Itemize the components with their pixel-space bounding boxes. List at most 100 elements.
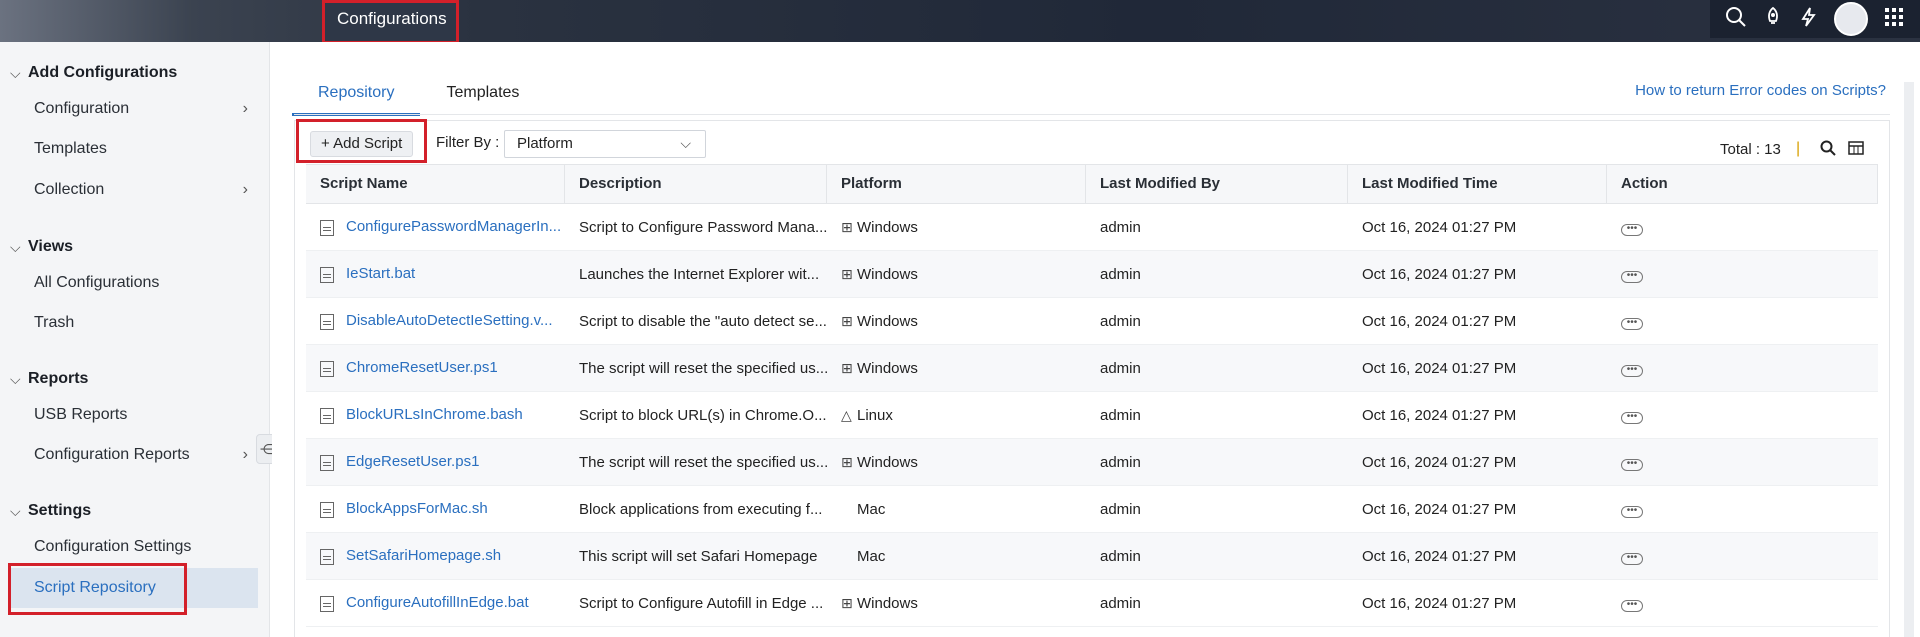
column-settings-icon[interactable] (1848, 140, 1864, 161)
cell-description: Script to block URL(s) in Chrome.O... (579, 406, 827, 424)
tab-repository[interactable]: Repository (292, 80, 421, 116)
tab-templates[interactable]: Templates (420, 80, 545, 116)
script-file-icon (320, 501, 334, 518)
sidebar-section-reports[interactable]: ⌵ Reports (10, 370, 88, 388)
cell-platform: Mac (827, 501, 1086, 518)
more-actions-icon[interactable]: ••• (1621, 271, 1643, 283)
more-actions-icon[interactable]: ••• (1621, 459, 1643, 471)
windows-icon: ⊞ (841, 312, 853, 329)
cell-modified-by: admin (1100, 547, 1141, 565)
script-file-icon (320, 548, 334, 565)
rocket-icon[interactable] (1762, 6, 1784, 32)
more-actions-icon[interactable]: ••• (1621, 365, 1643, 377)
column-header-script-name[interactable]: Script Name (306, 165, 565, 203)
cell-modified-time: Oct 16, 2024 01:27 PM (1362, 265, 1517, 283)
table-row[interactable]: EdgeResetUser.ps1 The script will reset t… (306, 439, 1878, 486)
script-name-link[interactable]: EdgeResetUser.ps1 (346, 453, 479, 470)
cell-action: ••• (1607, 312, 1878, 330)
table-row[interactable]: ConfigurePasswordManagerIn... Script to C… (306, 204, 1878, 251)
column-header-platform[interactable]: Platform (827, 165, 1086, 203)
sidebar-item-all-configurations[interactable]: All Configurations (34, 274, 260, 292)
more-actions-icon[interactable]: ••• (1621, 506, 1643, 518)
script-file-icon (320, 407, 334, 424)
sidebar-section-settings[interactable]: ⌵ Settings (10, 502, 91, 520)
chevron-right-icon: › (242, 446, 248, 463)
table-row[interactable]: DisableAutoDetectIeSetting.v... Script to… (306, 298, 1878, 345)
script-name-link[interactable]: SetSafariHomepage.sh (346, 547, 501, 564)
script-file-icon (320, 266, 334, 283)
vertical-scrollbar[interactable] (1904, 82, 1914, 637)
sidebar-section-views[interactable]: ⌵ Views (10, 238, 73, 256)
sidebar-item-collection[interactable]: Collection › (34, 181, 260, 199)
more-actions-icon[interactable]: ••• (1621, 600, 1643, 612)
search-icon[interactable] (1725, 6, 1747, 32)
cell-script-name: DisableAutoDetectIeSetting.v... (306, 312, 565, 330)
cell-platform: ⊞ Windows (827, 266, 1086, 283)
tabs: Repository Templates (292, 80, 545, 118)
sidebar-item-configuration-settings[interactable]: Configuration Settings (34, 538, 260, 556)
more-actions-icon[interactable]: ••• (1621, 412, 1643, 424)
cell-script-name: ConfigurePasswordManagerIn... (306, 218, 565, 236)
script-table: Script Name Description Platform Last Mo… (306, 164, 1878, 627)
more-actions-icon[interactable]: ••• (1621, 318, 1643, 330)
platform-filter-select[interactable]: Platform ⌵ (504, 130, 706, 158)
table-header: Script Name Description Platform Last Mo… (306, 164, 1878, 204)
error-codes-help-link[interactable]: How to return Error codes on Scripts? (1635, 82, 1886, 99)
avatar[interactable] (1834, 2, 1869, 36)
cell-description: This script will set Safari Homepage (579, 547, 818, 565)
more-actions-icon[interactable]: ••• (1621, 553, 1643, 565)
column-header-last-modified-by[interactable]: Last Modified By (1086, 165, 1348, 203)
cell-script-name: BlockAppsForMac.sh (306, 500, 565, 518)
sidebar-item-configuration[interactable]: Configuration › (34, 100, 260, 118)
platform-label: Linux (857, 406, 893, 424)
column-header-description[interactable]: Description (565, 165, 827, 203)
script-name-link[interactable]: ChromeResetUser.ps1 (346, 359, 498, 376)
cell-action: ••• (1607, 594, 1878, 612)
sidebar-item-trash[interactable]: Trash (34, 314, 260, 332)
filter-by-label: Filter By : (436, 134, 500, 151)
more-actions-icon[interactable]: ••• (1621, 224, 1643, 236)
tab-configurations[interactable]: Configurations (322, 0, 459, 44)
chevron-right-icon: › (242, 100, 248, 117)
sidebar-section-add-configurations[interactable]: ⌵ Add Configurations (10, 64, 177, 82)
cell-platform: △ Linux (827, 407, 1086, 424)
apps-grid-icon[interactable] (1883, 6, 1905, 32)
table-row[interactable]: ChromeResetUser.ps1 The script will reset… (306, 345, 1878, 392)
cell-modified-time: Oct 16, 2024 01:27 PM (1362, 218, 1517, 236)
cell-platform: Mac (827, 548, 1086, 565)
table-row[interactable]: BlockURLsInChrome.bash Script to block UR… (306, 392, 1878, 439)
table-search-icon[interactable] (1820, 140, 1836, 161)
cell-modified-time: Oct 16, 2024 01:27 PM (1362, 453, 1517, 471)
platform-label: Windows (857, 359, 918, 377)
main-content: Repository Templates How to return Error… (272, 42, 1920, 637)
table-row[interactable]: SetSafariHomepage.sh This script will set… (306, 533, 1878, 580)
column-header-last-modified-time[interactable]: Last Modified Time (1348, 165, 1607, 203)
script-name-link[interactable]: BlockAppsForMac.sh (346, 500, 488, 517)
table-row[interactable]: ConfigureAutofillInEdge.bat Script to Con… (306, 580, 1878, 627)
cell-description: Block applications from executing f... (579, 500, 823, 518)
cell-modified-by: admin (1100, 265, 1141, 283)
script-name-link[interactable]: IeStart.bat (346, 265, 415, 282)
cell-script-name: SetSafariHomepage.sh (306, 547, 565, 565)
lightning-icon[interactable] (1798, 6, 1820, 32)
table-row[interactable]: IeStart.bat Launches the Internet Explore… (306, 251, 1878, 298)
sidebar-item-configuration-reports[interactable]: Configuration Reports › (34, 446, 260, 464)
cell-modified-time: Oct 16, 2024 01:27 PM (1362, 359, 1517, 377)
script-name-link[interactable]: BlockURLsInChrome.bash (346, 406, 523, 423)
platform-label: Mac (857, 500, 886, 518)
cell-action: ••• (1607, 218, 1878, 236)
linux-icon: △ (841, 406, 852, 423)
column-header-action: Action (1607, 165, 1878, 203)
add-script-button[interactable]: + Add Script (310, 131, 414, 157)
platform-label: Mac (857, 547, 886, 565)
sidebar-item-usb-reports[interactable]: USB Reports (34, 406, 260, 424)
platform-label: Windows (857, 265, 918, 283)
cell-description: The script will reset the specified us..… (579, 453, 827, 471)
script-name-link[interactable]: ConfigurePasswordManagerIn... (346, 218, 561, 235)
script-name-link[interactable]: DisableAutoDetectIeSetting.v... (346, 312, 553, 329)
sidebar-item-templates[interactable]: Templates (34, 140, 260, 158)
cell-description: The script will reset the specified us..… (579, 359, 827, 377)
script-name-link[interactable]: ConfigureAutofillInEdge.bat (346, 594, 529, 611)
script-file-icon (320, 219, 334, 236)
table-row[interactable]: BlockAppsForMac.sh Block applications fro… (306, 486, 1878, 533)
